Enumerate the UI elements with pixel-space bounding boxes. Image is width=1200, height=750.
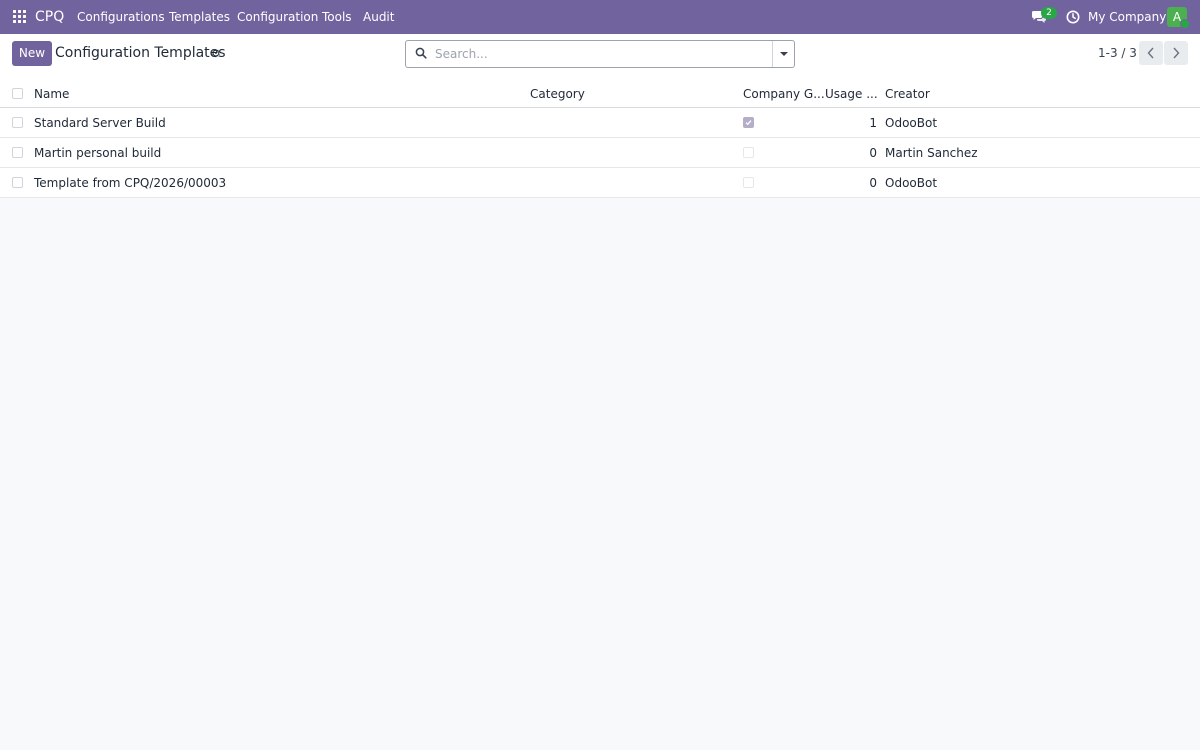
pager-previous-button[interactable] [1139,41,1163,65]
cell-usage: 1 [869,116,877,130]
gear-icon[interactable]: ⚙ [211,47,221,60]
search-input[interactable] [433,43,767,65]
company-global-checkbox [743,117,754,128]
column-header-creator[interactable]: Creator [885,87,930,101]
select-all-checkbox[interactable] [12,88,23,99]
apps-grid-icon[interactable] [13,10,27,24]
cell-usage: 0 [869,176,877,190]
presence-status-dot [1180,19,1190,29]
search-icon [415,47,427,59]
chevron-right-icon [1173,47,1180,59]
column-header-name[interactable]: Name [34,87,69,101]
caret-down-icon[interactable] [772,41,794,67]
column-header-category[interactable]: Category [530,87,585,101]
row-select-checkbox[interactable] [12,117,23,128]
menu-tools[interactable]: Tools [322,10,352,24]
control-panel: New Configuration Templates ⚙ 1-3 / 3 [0,34,1200,80]
clock-icon[interactable] [1066,10,1080,24]
cell-name: Martin personal build [34,146,162,160]
table-row[interactable]: Template from CPQ/2026/00003 0 OdooBot [0,168,1200,198]
pager-value[interactable]: 1-3 / 3 [1098,46,1137,60]
menu-configuration[interactable]: Configuration [237,10,318,24]
pager-next-button[interactable] [1164,41,1188,65]
chat-count-badge: 2 [1041,7,1057,19]
company-global-checkbox [743,177,754,188]
search-bar [405,40,795,68]
menu-configurations[interactable]: Configurations [77,10,165,24]
table-row[interactable]: Standard Server Build 1 OdooBot [0,108,1200,138]
menu-templates[interactable]: Templates [169,10,230,24]
cell-name: Template from CPQ/2026/00003 [34,176,227,190]
cell-creator: OdooBot [885,176,938,190]
row-select-checkbox[interactable] [12,177,23,188]
cell-name: Standard Server Build [34,116,166,130]
company-switcher[interactable]: My Company [1088,10,1166,24]
cell-creator: Martin Sanchez [885,146,978,160]
list-header: Name Category Company G... Usage ... Cre… [0,79,1200,108]
company-global-checkbox [743,147,754,158]
column-header-usage[interactable]: Usage ... [825,87,878,101]
menu-audit[interactable]: Audit [363,10,394,24]
check-icon [745,120,752,126]
cell-creator: OdooBot [885,116,938,130]
row-select-checkbox[interactable] [12,147,23,158]
app-brand[interactable]: CPQ [35,9,64,25]
page-title: Configuration Templates [55,45,226,61]
column-header-company-global[interactable]: Company G... [743,87,825,101]
top-navbar: CPQ Configurations Templates Configurati… [0,0,1200,34]
cell-usage: 0 [869,146,877,160]
table-row[interactable]: Martin personal build 0 Martin Sanchez [0,138,1200,168]
chevron-left-icon [1147,47,1154,59]
new-button[interactable]: New [12,41,52,66]
